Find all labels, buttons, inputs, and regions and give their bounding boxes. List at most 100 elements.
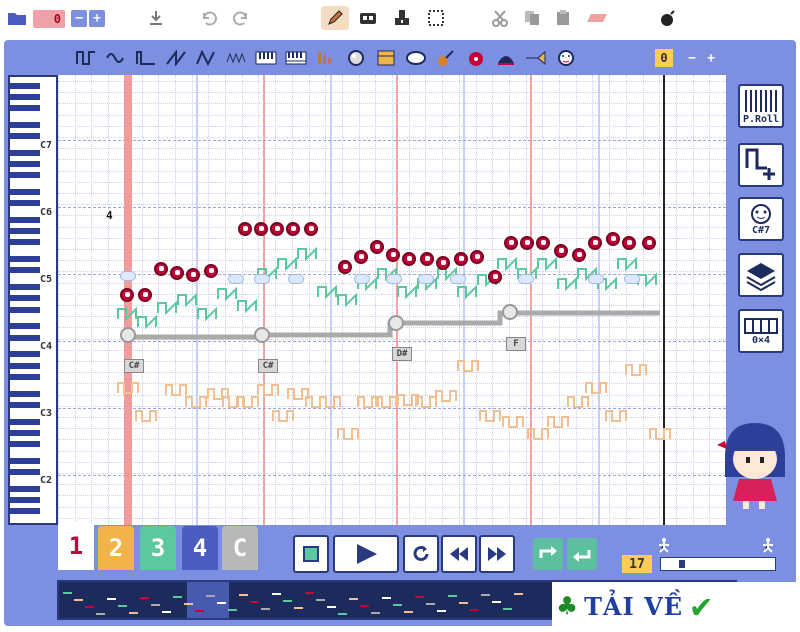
red-note[interactable]: [588, 236, 602, 250]
eraser-icon[interactable]: [355, 6, 381, 30]
red-note[interactable]: [270, 222, 284, 236]
piano-black-key[interactable]: [10, 267, 40, 274]
undo-icon[interactable]: [198, 6, 220, 30]
track-tab-1[interactable]: 1: [58, 522, 94, 570]
piano-black-key[interactable]: [10, 334, 40, 341]
red-note[interactable]: [186, 268, 200, 282]
triangle-wave-icon[interactable]: [192, 45, 220, 71]
rewind-button[interactable]: [441, 535, 477, 573]
red-note[interactable]: [504, 236, 518, 250]
piano-keyboard[interactable]: C7 C6 C5 C4 C3 C2: [8, 75, 58, 525]
red-note[interactable]: [386, 248, 400, 262]
red-note[interactable]: [204, 264, 218, 278]
layers-button[interactable]: [738, 253, 784, 297]
stamp-icon[interactable]: [389, 6, 415, 30]
stop-button[interactable]: [293, 535, 329, 573]
bell-icon[interactable]: [342, 45, 370, 71]
select-icon[interactable]: [423, 6, 449, 30]
pattern-button[interactable]: 0×4: [738, 309, 784, 353]
piano-black-key[interactable]: [10, 189, 40, 195]
synth-pad-icon[interactable]: [492, 45, 520, 71]
loop-end-button[interactable]: [567, 538, 597, 570]
piano-black-key[interactable]: [10, 351, 40, 358]
red-note[interactable]: [536, 236, 550, 250]
drum-icon[interactable]: [402, 45, 430, 71]
noise-icon[interactable]: [222, 45, 250, 71]
bomb-icon[interactable]: [656, 6, 680, 30]
loop-start-button[interactable]: [533, 538, 563, 570]
music-box-icon[interactable]: [372, 45, 400, 71]
scissors-icon[interactable]: [488, 6, 512, 30]
play-button[interactable]: [333, 535, 399, 573]
loop-playback-button[interactable]: [403, 535, 439, 573]
guitar-icon[interactable]: [432, 45, 460, 71]
folder-icon[interactable]: [6, 6, 28, 30]
fast-forward-button[interactable]: [479, 535, 515, 573]
redo-icon[interactable]: [230, 6, 252, 30]
piano-black-key[interactable]: [10, 373, 40, 380]
piano-black-key[interactable]: [10, 149, 40, 156]
red-note[interactable]: [304, 222, 318, 236]
download-banner[interactable]: ♣ TẢI VỀ ✔: [552, 582, 796, 630]
overview-viewport[interactable]: [187, 582, 229, 618]
counter-minus-button[interactable]: −: [71, 10, 87, 27]
piano-black-key[interactable]: [10, 82, 40, 89]
download-icon[interactable]: [145, 6, 167, 30]
red-note[interactable]: [622, 236, 636, 250]
piano-black-key[interactable]: [10, 485, 40, 492]
copy-icon[interactable]: [520, 6, 544, 30]
pencil-icon[interactable]: [321, 6, 349, 30]
piano-black-key[interactable]: [10, 390, 40, 397]
piano-black-key[interactable]: [10, 508, 40, 515]
piano-roll-view-button[interactable]: P.Roll: [738, 84, 784, 128]
instrument-plus-button[interactable]: +: [703, 50, 719, 67]
red-note[interactable]: [170, 266, 184, 280]
red-note[interactable]: [554, 244, 568, 258]
tempo-slider[interactable]: [660, 557, 776, 571]
pulse-wave-icon[interactable]: [132, 45, 160, 71]
organ-icon[interactable]: [282, 45, 310, 71]
paste-icon[interactable]: [552, 6, 576, 30]
red-note[interactable]: [436, 256, 450, 270]
red-note[interactable]: [572, 248, 586, 262]
piano-black-key[interactable]: [10, 323, 40, 330]
instrument-minus-button[interactable]: −: [684, 50, 700, 67]
piano-black-key[interactable]: [10, 161, 40, 167]
piano-black-key[interactable]: [10, 121, 40, 128]
track-tab-5[interactable]: C: [222, 526, 258, 570]
clear-icon[interactable]: [584, 6, 612, 30]
chord-face-icon[interactable]: [502, 304, 518, 320]
piano-black-key[interactable]: [10, 457, 40, 464]
piano-black-key[interactable]: [10, 228, 40, 235]
red-note[interactable]: [520, 236, 534, 250]
piano-black-key[interactable]: [10, 362, 40, 369]
trumpet-icon[interactable]: [522, 45, 550, 71]
piano-black-key[interactable]: [10, 401, 40, 408]
track-tab-3[interactable]: 3: [140, 526, 176, 570]
red-note[interactable]: [120, 288, 134, 302]
violin-icon[interactable]: [462, 45, 490, 71]
piano-icon[interactable]: [252, 45, 280, 71]
piano-black-key[interactable]: [10, 93, 40, 100]
red-note[interactable]: [454, 252, 468, 266]
red-note[interactable]: [642, 236, 656, 250]
piano-black-key[interactable]: [10, 133, 40, 139]
track-tab-2[interactable]: 2: [98, 526, 134, 570]
add-instrument-button[interactable]: [738, 143, 784, 187]
red-note[interactable]: [488, 270, 502, 284]
piano-black-key[interactable]: [10, 217, 40, 223]
red-note[interactable]: [154, 262, 168, 276]
red-note[interactable]: [138, 288, 152, 302]
counter-plus-button[interactable]: +: [89, 10, 105, 27]
piano-black-key[interactable]: [10, 441, 40, 447]
piano-black-key[interactable]: [10, 284, 40, 291]
voice-icon[interactable]: [552, 45, 580, 71]
track-tab-4[interactable]: 4: [182, 526, 218, 570]
red-note[interactable]: [470, 250, 484, 264]
piano-roll-grid[interactable]: 4 C# C# D# F: [58, 75, 726, 525]
tempo-slider-thumb[interactable]: [679, 560, 685, 568]
chord-face-icon[interactable]: [254, 327, 270, 343]
square-wave-icon[interactable]: [72, 45, 100, 71]
red-note[interactable]: [354, 250, 368, 264]
red-note[interactable]: [606, 232, 620, 246]
